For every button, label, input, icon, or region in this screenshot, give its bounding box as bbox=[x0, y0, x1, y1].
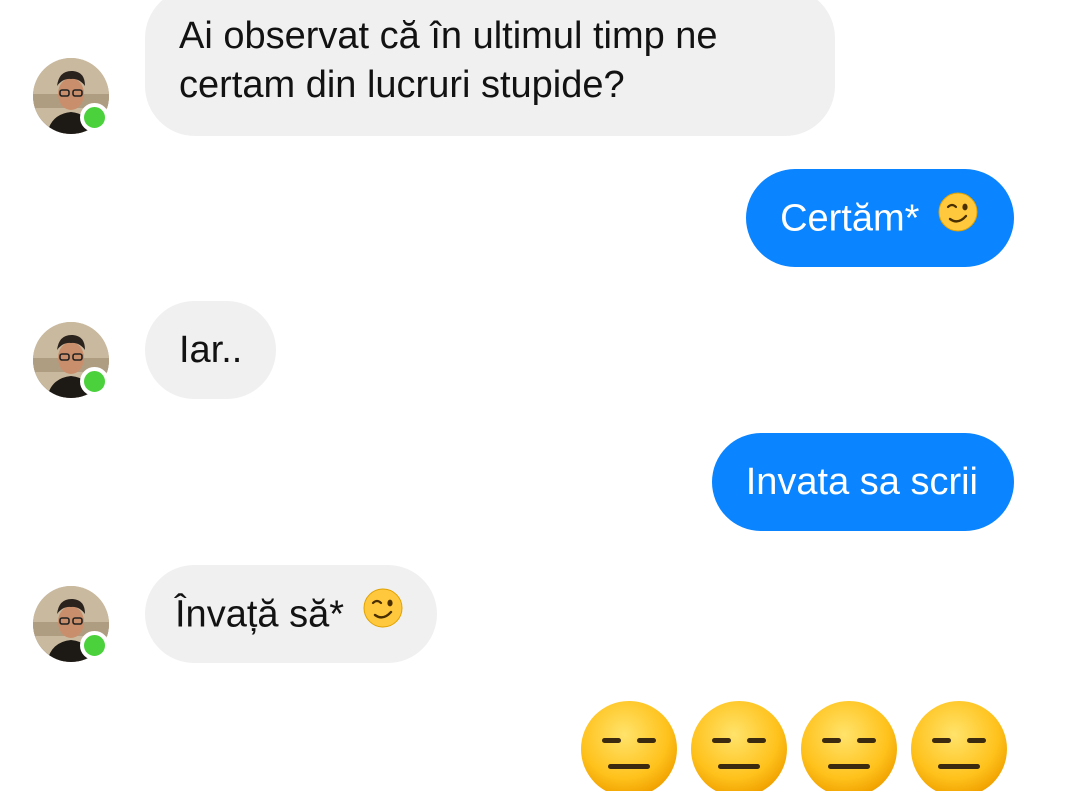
message-bubble-outgoing[interactable]: Invata sa scrii bbox=[711, 433, 1014, 531]
message-text: Iar.. bbox=[179, 329, 243, 371]
message-text: Certăm* bbox=[780, 197, 920, 240]
winking-face-icon bbox=[938, 192, 978, 243]
expressionless-face-icon[interactable] bbox=[910, 700, 1008, 791]
message-bubble-incoming[interactable]: Iar.. bbox=[145, 301, 277, 399]
winking-face-icon bbox=[363, 588, 403, 639]
expressionless-face-icon[interactable] bbox=[580, 700, 678, 791]
contact-avatar[interactable] bbox=[33, 58, 109, 134]
message-text: Invata sa scrii bbox=[745, 461, 978, 503]
message-bubble-outgoing[interactable]: Certăm* bbox=[746, 169, 1014, 267]
online-status-dot bbox=[80, 631, 109, 660]
chat-thread: Ai observat că în ultimul timp ne certam… bbox=[0, 0, 1080, 791]
contact-avatar[interactable] bbox=[33, 322, 109, 398]
expressionless-face-icon[interactable] bbox=[800, 700, 898, 791]
message-text-line: certam din lucruri stupide? bbox=[179, 64, 625, 106]
message-text: Învață să* bbox=[175, 593, 344, 636]
contact-avatar[interactable] bbox=[33, 586, 109, 662]
message-bubble-incoming[interactable]: Învață să* bbox=[145, 565, 437, 663]
message-text-line: Ai observat că în ultimul timp ne bbox=[179, 15, 718, 57]
online-status-dot bbox=[80, 367, 109, 396]
online-status-dot bbox=[80, 103, 109, 132]
expressionless-face-icon[interactable] bbox=[690, 700, 788, 791]
message-bubble-incoming[interactable]: Ai observat că în ultimul timp ne certam… bbox=[145, 0, 835, 136]
